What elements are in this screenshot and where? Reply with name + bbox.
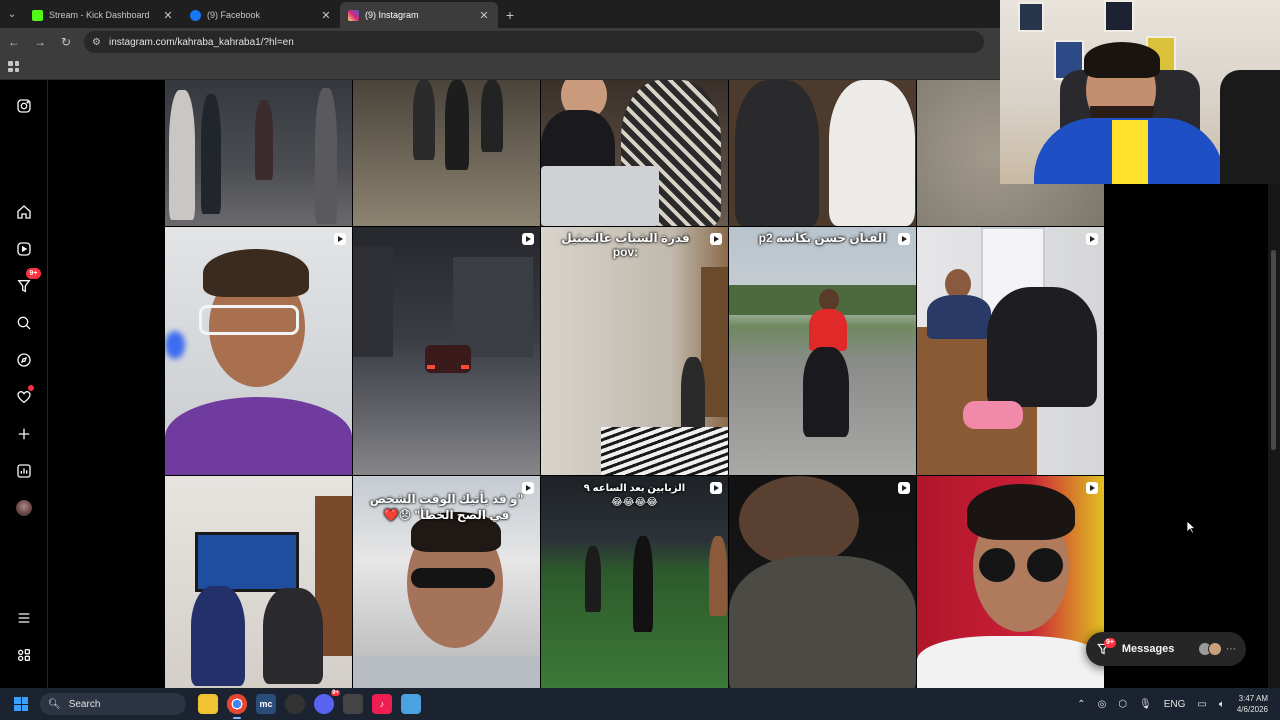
notifications-badge: 9+ — [26, 268, 41, 279]
tab-instagram[interactable]: (9) Instagram ✕ — [340, 2, 498, 28]
post-thumbnail[interactable] — [353, 80, 540, 226]
instagram-sidebar: 9+ — [0, 80, 48, 688]
avatar — [1208, 642, 1222, 656]
discord-icon[interactable]: 9+ — [314, 690, 340, 714]
tab-title: (9) Instagram — [365, 10, 419, 20]
tiktok-icon[interactable]: ♪ — [372, 694, 392, 714]
explore-compass-icon[interactable] — [14, 350, 34, 370]
dashboard-chart-icon[interactable] — [14, 461, 34, 481]
post-thumbnail[interactable] — [165, 80, 352, 226]
post-thumbnail[interactable]: الزبابين بعد الساعه ٩ 😂😂😂😂 — [541, 476, 728, 688]
messages-label: Messages — [1121, 643, 1175, 655]
post-thumbnail[interactable] — [353, 227, 540, 475]
back-icon[interactable]: ← — [2, 30, 26, 54]
profile-posts-grid: قدرة الشباب عالتمثيل :pov الفنان حسن بكا… — [165, 80, 1104, 688]
post-thumbnail[interactable] — [165, 227, 352, 475]
post-caption-line1: "و قد يأتيك الوقت الشخص — [369, 492, 524, 506]
reel-icon — [898, 482, 910, 494]
taskbar-search[interactable]: 🔍︎ Search — [40, 693, 186, 715]
reel-icon — [522, 482, 534, 494]
network-icon[interactable]: ▭ — [1197, 699, 1206, 710]
activity-dot — [28, 385, 34, 391]
post-caption-line2: 😂😂😂😂 — [611, 497, 658, 508]
new-tab-button[interactable]: + — [498, 2, 522, 28]
search-placeholder: Search — [68, 698, 101, 710]
post-thumbnail[interactable] — [917, 476, 1104, 688]
discord-badge: 9+ — [331, 690, 340, 696]
windows-taskbar: 🔍︎ Search mc 9+ ♪ ⌃ ◎ ⬡ 🎙︎ ENG ▭ 🔈︎ 3:47… — [0, 688, 1280, 720]
chrome-icon[interactable] — [227, 694, 247, 719]
profile-avatar[interactable] — [14, 498, 34, 518]
site-info-icon[interactable]: ⚙ — [92, 37, 101, 48]
notifications-funnel-icon[interactable]: 9+ — [14, 268, 41, 296]
post-thumbnail[interactable] — [729, 80, 916, 226]
media-app-icon[interactable]: mc — [256, 694, 276, 714]
post-thumbnail[interactable] — [917, 227, 1104, 475]
microphone-icon[interactable]: 🎙︎ — [1139, 699, 1152, 710]
tab-kick-dashboard[interactable]: Stream - Kick Dashboard ✕ — [24, 2, 182, 28]
post-caption: قدرة الشباب عالتمثيل :pov — [561, 231, 690, 259]
taskbar-clock[interactable]: 3:47 AM 4/6/2026 — [1237, 693, 1268, 715]
close-tab-icon[interactable]: ✕ — [162, 9, 174, 22]
chevron-up-icon[interactable]: ⌃ — [1077, 699, 1085, 710]
search-icon[interactable] — [14, 313, 34, 333]
post-thumbnail[interactable] — [729, 476, 916, 688]
kick-favicon-icon — [32, 9, 43, 21]
search-icon: 🔍︎ — [48, 698, 61, 710]
close-tab-icon[interactable]: ✕ — [478, 9, 490, 22]
address-bar[interactable]: ⚙ instagram.com/kahraba_kahraba1/?hl=en — [84, 31, 984, 53]
obs-icon[interactable] — [285, 694, 305, 714]
post-caption-line2: في الصح الخطأ" 😞❤️ — [383, 508, 510, 522]
windows-start-icon[interactable] — [14, 697, 28, 711]
photos-icon[interactable] — [401, 694, 421, 714]
language-indicator[interactable]: ENG — [1164, 699, 1186, 710]
tab-title: (9) Facebook — [207, 10, 261, 20]
reload-icon[interactable]: ↻ — [54, 30, 78, 54]
volume-icon[interactable]: 🔈︎ — [1219, 699, 1225, 710]
url-text: instagram.com/kahraba_kahraba1/?hl=en — [108, 36, 294, 48]
reel-icon — [1086, 233, 1098, 245]
system-tray: ⌃ ◎ ⬡ 🎙︎ ENG ▭ 🔈︎ 3:47 AM 4/6/2026 — [1071, 688, 1280, 720]
reels-icon[interactable] — [14, 239, 34, 259]
reel-icon — [898, 233, 910, 245]
scrollbar-thumb[interactable] — [1271, 250, 1276, 450]
instagram-logo-icon[interactable] — [14, 96, 34, 116]
more-menu-icon[interactable] — [14, 608, 34, 628]
post-caption-line1: الزبابين بعد الساعه ٩ — [583, 483, 686, 494]
tab-search-chevron-icon[interactable]: ⌄ — [0, 0, 24, 28]
reel-icon — [1086, 482, 1098, 494]
facebook-favicon-icon — [190, 9, 201, 21]
also-from-meta-icon[interactable] — [14, 645, 34, 665]
post-caption: الفنان حسن بكاسه p2 — [758, 231, 887, 245]
home-icon[interactable] — [14, 202, 34, 222]
post-thumbnail[interactable]: قدرة الشباب عالتمثيل :pov — [541, 227, 728, 475]
messages-button[interactable]: 9+ Messages ⋯ — [1086, 632, 1246, 666]
messages-badge: 9+ — [1104, 638, 1116, 648]
post-thumbnail[interactable] — [541, 80, 728, 226]
forward-icon[interactable]: → — [28, 30, 52, 54]
more-dots-icon: ⋯ — [1226, 643, 1236, 655]
reel-icon — [522, 233, 534, 245]
streamer-webcam-overlay — [1000, 0, 1280, 184]
file-explorer-icon[interactable] — [198, 694, 218, 714]
heart-icon[interactable] — [14, 385, 34, 407]
reel-icon — [334, 233, 346, 245]
clock-time: 3:47 AM — [1238, 694, 1268, 703]
settings-hex-icon[interactable] — [343, 694, 363, 714]
reel-icon — [710, 482, 722, 494]
reel-icon — [710, 233, 722, 245]
post-thumbnail[interactable]: "و قد يأتيك الوقت الشخص في الصح الخطأ" 😞… — [353, 476, 540, 688]
instagram-favicon-icon — [348, 9, 359, 21]
post-thumbnail[interactable]: الفنان حسن بكاسه p2 — [729, 227, 916, 475]
clock-date: 4/6/2026 — [1236, 705, 1268, 714]
post-thumbnail[interactable] — [165, 476, 352, 688]
tab-facebook[interactable]: (9) Facebook ✕ — [182, 2, 340, 28]
mouse-cursor-icon — [1186, 520, 1196, 534]
close-tab-icon[interactable]: ✕ — [320, 9, 332, 22]
tray-app-icon[interactable]: ◎ — [1098, 699, 1107, 710]
create-plus-icon[interactable] — [14, 424, 34, 444]
tab-title: Stream - Kick Dashboard — [49, 10, 150, 20]
shield-icon[interactable]: ⬡ — [1118, 699, 1127, 710]
apps-grid-icon[interactable] — [8, 61, 19, 72]
